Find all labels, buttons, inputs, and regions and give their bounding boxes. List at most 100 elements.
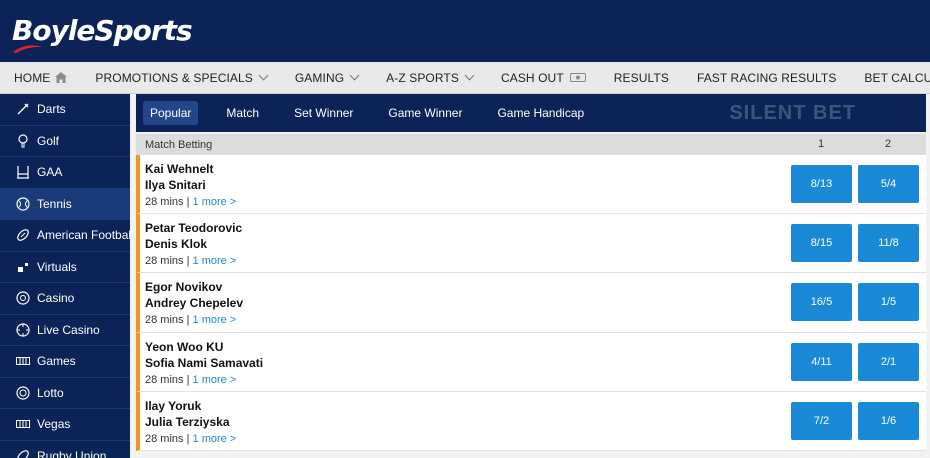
logo-swoosh-icon (13, 45, 43, 53)
sidebar-item-label: Darts (37, 102, 66, 117)
nav-results[interactable]: RESULTS (614, 71, 669, 85)
live-casino-icon (16, 323, 30, 337)
sidebar-item-darts[interactable]: Darts (0, 94, 130, 126)
sidebar-item-games[interactable]: Games (0, 346, 130, 378)
virtuals-icon (18, 262, 28, 272)
nav-fast-racing-results-label: FAST RACING RESULTS (696, 70, 837, 85)
event-time: 28 mins (145, 255, 184, 268)
sidebar-item-casino[interactable]: Casino (0, 283, 130, 315)
odds-button-1[interactable]: 4/11 (791, 342, 852, 381)
sidebar-item-gaa[interactable]: GAA (0, 157, 130, 189)
nav-cash-out[interactable]: CASH OUT (501, 71, 586, 85)
nav-home[interactable]: HOME (14, 70, 68, 85)
meta-separator: | (186, 314, 190, 327)
nav-a-z-sports-label: A-Z SPORTS (386, 70, 459, 85)
chevron-down-icon (464, 70, 475, 81)
sidebar-item-tennis[interactable]: Tennis (0, 188, 130, 220)
meta-separator: | (186, 196, 190, 208)
player-1-name: Yeon Woo KU (145, 339, 224, 354)
sports-sidebar: Darts Golf GAA Tennis American Football … (0, 94, 134, 458)
sidebar-item-label: Casino (37, 291, 75, 306)
nav-cash-out-label: CASH OUT (500, 70, 564, 85)
nav-results-label: RESULTS (613, 70, 669, 85)
player-2-name: Sofia Nami Samavati (145, 355, 264, 370)
event-row: Egor Novikov Andrey Chepelev 28 mins | 1… (136, 273, 926, 333)
chevron-down-icon (258, 70, 269, 81)
player-1-name: Ilay Yoruk (145, 398, 202, 413)
player-2-name: Ilya Snitari (145, 178, 206, 192)
sidebar-item-lotto[interactable]: Lotto (0, 378, 130, 409)
tab-game-winner[interactable]: Game Winner (381, 101, 469, 125)
nav-promotions[interactable]: PROMOTIONS & SPECIALS (95, 70, 269, 85)
darts-icon (17, 103, 29, 115)
event-list: Kai Wehnelt Ilya Snitari 28 mins | 1 mor… (136, 155, 926, 451)
odds-button-2[interactable]: 1/6 (858, 401, 919, 440)
odds-button-2[interactable]: 5/4 (858, 165, 919, 203)
sidebar-item-label: American Football (37, 228, 134, 243)
home-icon (55, 72, 68, 83)
odds-button-1[interactable]: 8/15 (791, 224, 852, 263)
market-header: Match Betting 1 2 (136, 134, 926, 155)
player-2-name: Julia Terziyska (145, 414, 230, 429)
event-time: 28 mins (145, 432, 184, 445)
meta-separator: | (186, 373, 190, 386)
more-markets-link[interactable]: 1 more > (193, 433, 237, 445)
sidebar-item-label: GAA (37, 165, 63, 180)
odds-button-2[interactable]: 11/8 (858, 224, 919, 263)
odds-button-2[interactable]: 1/5 (858, 283, 919, 322)
more-markets-link[interactable]: 1 more > (193, 314, 237, 326)
nav-fast-racing-results[interactable]: FAST RACING RESULTS (697, 71, 836, 85)
american-football-icon (17, 229, 29, 242)
more-markets-link[interactable]: 1 more > (193, 374, 237, 386)
event-row: Ilay Yoruk Julia Terziyska 28 mins | 1 m… (136, 391, 926, 451)
nav-a-z-sports[interactable]: A-Z SPORTS (386, 70, 475, 85)
sidebar-item-label: Tennis (37, 196, 72, 211)
sidebar-item-american-football[interactable]: American Football (0, 220, 134, 252)
tab-game-handicap[interactable]: Game Handicap (490, 101, 591, 125)
sidebar-item-label: Games (37, 354, 76, 369)
cash-out-icon (569, 73, 586, 82)
column-header-2: 2 (885, 138, 892, 150)
event-meta: 28 mins | 1 more > (145, 314, 236, 326)
meta-separator: | (186, 432, 190, 445)
odds-button-1[interactable]: 7/2 (791, 401, 852, 440)
more-markets-link[interactable]: 1 more > (193, 255, 237, 267)
nav-promotions-label: PROMOTIONS & SPECIALS (95, 70, 253, 85)
event-time: 28 mins (145, 196, 184, 208)
nav-bet-calculator[interactable]: BET CALCULATOR (864, 71, 930, 85)
odds-button-2[interactable]: 2/1 (858, 342, 919, 381)
tab-popular[interactable]: Popular (143, 101, 199, 125)
silentbet-watermark: SILENT BET (729, 102, 856, 124)
gaa-icon (17, 166, 29, 179)
tab-match[interactable]: Match (219, 101, 266, 125)
event-row: Kai Wehnelt Ilya Snitari 28 mins | 1 mor… (136, 155, 926, 215)
meta-separator: | (186, 255, 190, 268)
odds-button-1[interactable]: 8/13 (791, 165, 852, 203)
sidebar-item-golf[interactable]: Golf (0, 126, 130, 157)
odds-button-1[interactable]: 16/5 (791, 283, 852, 322)
sidebar-item-rugby-union[interactable]: Rugby Union (0, 441, 130, 458)
golf-icon (18, 134, 28, 148)
player-1-name: Kai Wehnelt (145, 162, 214, 176)
tennis-icon (16, 197, 30, 211)
site-header: BoyleSports (0, 0, 930, 62)
nav-gaming[interactable]: GAMING (294, 70, 360, 85)
sidebar-item-label: Lotto (37, 385, 64, 400)
sidebar-item-vegas[interactable]: Vegas (0, 409, 130, 441)
sidebar-item-label: Live Casino (37, 322, 100, 337)
event-meta: 28 mins | 1 more > (145, 374, 236, 386)
games-icon (16, 357, 30, 366)
tab-set-winner[interactable]: Set Winner (287, 101, 360, 125)
chevron-down-icon (349, 70, 360, 81)
market-title: Match Betting (145, 138, 213, 151)
nav-home-label: HOME (14, 70, 51, 85)
nav-bet-calculator-label: BET CALCULATOR (864, 70, 930, 85)
player-2-name: Denis Klok (145, 237, 208, 252)
casino-icon (16, 291, 30, 305)
lotto-icon (16, 386, 30, 400)
event-meta: 28 mins | 1 more > (145, 433, 236, 445)
sidebar-item-live-casino[interactable]: Live Casino (0, 315, 130, 346)
more-markets-link[interactable]: 1 more > (193, 196, 237, 208)
nav-gaming-label: GAMING (294, 70, 345, 85)
sidebar-item-virtuals[interactable]: Virtuals (0, 252, 130, 283)
